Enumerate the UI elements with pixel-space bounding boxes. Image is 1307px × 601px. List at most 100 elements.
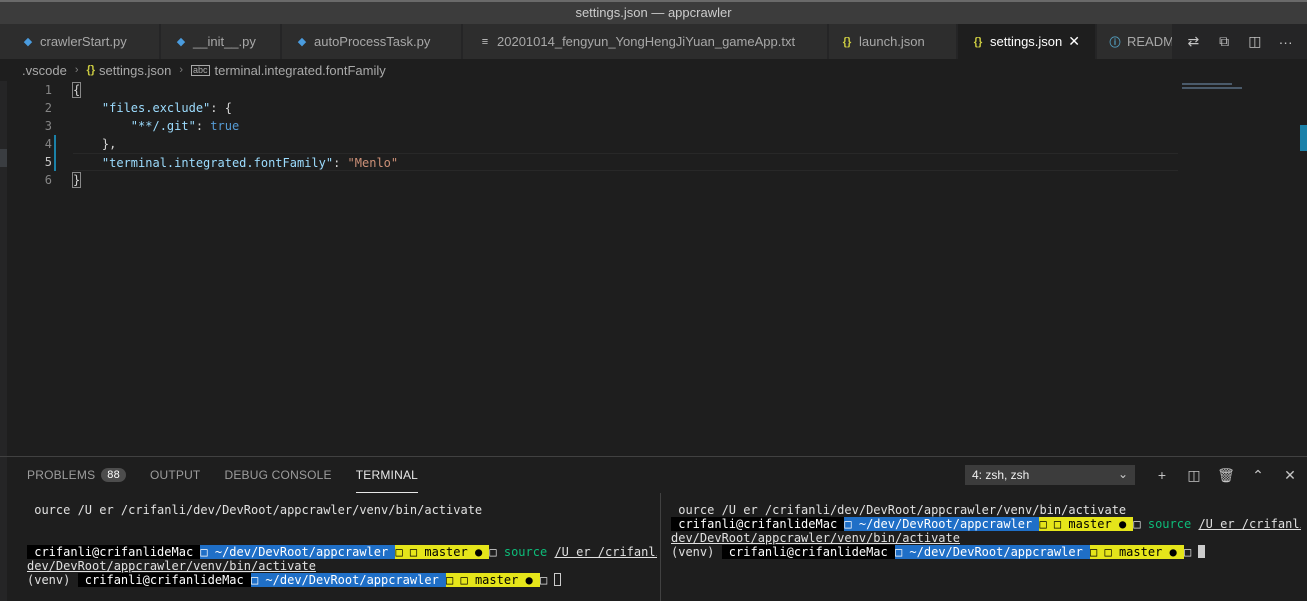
breadcrumb-folder[interactable]: .vscode [22, 63, 67, 78]
json-icon: {} [86, 64, 96, 76]
terminal-left[interactable]: ource /U er /crifanli/dev/DevRoot/appcra… [27, 493, 657, 601]
breadcrumb: .vscode › {} settings.json › abc termina… [0, 59, 1307, 81]
chevron-right-icon: › [74, 64, 79, 76]
panel-actions: + ◫ 🗑 ⌃ ✕ [1146, 463, 1306, 487]
editor-tab-bar: ◆ crawlerStart.py ◆ __init__.py ◆ autoPr… [0, 24, 1307, 59]
prompt-git: □ □ master ● [1039, 517, 1134, 531]
scrollbar-marker[interactable] [1300, 125, 1307, 151]
json-boolean: true [210, 119, 240, 133]
terminal-prompt-line: (venv) crifanli@crifanlideMac □ ~/dev/De… [671, 545, 1301, 559]
line-number: 2 [44, 101, 52, 115]
tab-autoprocesstask[interactable]: ◆ autoProcessTask.py [282, 24, 462, 59]
tab-terminal[interactable]: TERMINAL [355, 457, 419, 493]
terminal-right[interactable]: ource /U er /crifanli/dev/DevRoot/appcra… [671, 493, 1301, 601]
line-number: 4 [44, 137, 52, 151]
prompt-dir: □ ~/dev/DevRoot/appcrawler [894, 545, 1091, 559]
prompt-user: crifanli@crifanlideMac [27, 545, 201, 559]
venv-label: (venv) [27, 573, 78, 587]
tab-label: PROBLEMS [27, 468, 96, 482]
prompt-user: crifanli@crifanlideMac [77, 573, 251, 587]
maximize-panel-icon[interactable]: ⌃ [1242, 467, 1274, 484]
tab-label: crawlerStart.py [40, 34, 127, 49]
tab-label: __init__.py [193, 34, 256, 49]
split-editor-icon[interactable]: ◫ [1245, 33, 1265, 50]
split-terminal-icon[interactable]: ◫ [1178, 467, 1210, 484]
terminal-line: dev/DevRoot/appcrawler/venv/bin/activate [671, 531, 1301, 545]
tab-debug-console[interactable]: DEBUG CONSOLE [224, 457, 331, 493]
editor-actions: ⇄ ⧉ ◫ ··· [1172, 24, 1307, 59]
code-editor[interactable]: 1 2 3 4 5 6 { "files.exclude": { "**/.gi… [0, 81, 1307, 456]
terminal-arg: /U er /crifanli/ [554, 545, 657, 559]
json-string: "Menlo" [347, 156, 399, 170]
info-icon: ⓘ [1109, 36, 1121, 49]
breadcrumb-setting[interactable]: terminal.integrated.fontFamily [215, 63, 386, 78]
activity-edge [0, 81, 7, 456]
tab-crawlerstart[interactable]: ◆ crawlerStart.py [0, 24, 160, 59]
prompt-git: □ □ master ● [395, 545, 490, 559]
prompt-dir: □ ~/dev/DevRoot/appcrawler [250, 573, 447, 587]
tab-gameapp-txt[interactable]: ≡ 20201014_fengyun_YongHengJiYuan_gameAp… [463, 24, 828, 59]
bottom-panel: PROBLEMS 88 OUTPUT DEBUG CONSOLE TERMINA… [0, 456, 1307, 601]
breadcrumb-file[interactable]: settings.json [99, 63, 171, 78]
tab-init[interactable]: ◆ __init__.py [161, 24, 281, 59]
code-line-3: "**/.git": true [73, 117, 1178, 135]
prompt-user: crifanli@crifanlideMac [671, 517, 845, 531]
brace-close: } [71, 172, 82, 188]
terminal-prompt-line: crifanli@crifanlideMac □ ~/dev/DevRoot/a… [27, 545, 657, 559]
python-icon: ◆ [297, 36, 307, 48]
prompt-dir: □ ~/dev/DevRoot/appcrawler [200, 545, 396, 559]
prompt-tail: □ [1133, 517, 1148, 531]
line-number: 3 [44, 119, 52, 133]
chevron-right-icon: › [179, 64, 183, 76]
minimap[interactable] [1180, 81, 1290, 456]
terminal-divider[interactable] [660, 493, 661, 601]
tab-output[interactable]: OUTPUT [150, 457, 201, 493]
title-bar: settings.json — appcrawler [0, 0, 1307, 24]
json-punct: : { [210, 101, 232, 115]
compare-icon[interactable]: ⇄ [1183, 33, 1203, 50]
json-key: "terminal.integrated.fontFamily" [101, 156, 334, 170]
terminal-prompt-line: crifanli@crifanlideMac □ ~/dev/DevRoot/a… [671, 517, 1301, 531]
problems-count-badge: 88 [101, 468, 126, 482]
close-panel-icon[interactable]: ✕ [1274, 467, 1306, 484]
venv-label: (venv) [671, 545, 722, 559]
modified-line-indicator [54, 135, 56, 171]
brace-open: { [71, 82, 82, 98]
code-content[interactable]: { "files.exclude": { "**/.git": true }, … [71, 81, 1178, 189]
json-icon: {} [973, 35, 983, 48]
line-number: 1 [44, 83, 52, 97]
close-icon[interactable]: ✕ [1068, 33, 1080, 50]
prompt-tail: □ [539, 573, 555, 587]
tab-label: READM [1127, 34, 1174, 49]
tab-label: launch.json [859, 34, 925, 49]
python-icon: ◆ [176, 36, 186, 48]
prompt-tail: □ [489, 545, 504, 559]
terminal-prompt-line: (venv) crifanli@crifanlideMac □ ~/dev/De… [27, 573, 657, 587]
prompt-user: crifanli@crifanlideMac [721, 545, 895, 559]
panel-tabs: PROBLEMS 88 OUTPUT DEBUG CONSOLE TERMINA… [27, 457, 442, 493]
new-terminal-icon[interactable]: + [1146, 467, 1178, 483]
line-number: 6 [44, 173, 52, 187]
chevron-down-icon: ⌄ [1117, 467, 1128, 481]
terminal-line: ource /U er /crifanli/dev/DevRoot/appcra… [27, 503, 483, 517]
tab-readme[interactable]: ⓘ READM [1097, 24, 1177, 59]
line-number-current: 5 [44, 155, 52, 169]
more-actions-icon[interactable]: ··· [1276, 34, 1296, 50]
prompt-git: □ □ master ● [1090, 545, 1184, 559]
kill-terminal-icon[interactable]: 🗑 [1210, 467, 1242, 484]
terminal-select[interactable]: 4: zsh, zsh ⌄ [965, 465, 1135, 485]
prompt-git: □ □ master ● [446, 573, 540, 587]
tab-problems[interactable]: PROBLEMS 88 [27, 457, 126, 493]
tab-settings-json[interactable]: {} settings.json ✕ [958, 24, 1096, 59]
terminal-select-value: 4: zsh, zsh [972, 468, 1030, 482]
code-line-4: }, [73, 135, 1178, 153]
terminal-arg: /U er /crifanli/ [1198, 517, 1301, 531]
python-icon: ◆ [23, 36, 33, 48]
tab-label: 20201014_fengyun_YongHengJiYuan_gameApp.… [497, 34, 796, 49]
json-key: "**/.git" [130, 119, 196, 133]
line-number-gutter: 1 2 3 4 5 6 [7, 81, 52, 189]
terminal-line: ource /U er /crifanli/dev/DevRoot/appcra… [671, 503, 1127, 517]
tab-launch-json[interactable]: {} launch.json [829, 24, 957, 59]
open-changes-icon[interactable]: ⧉ [1214, 33, 1234, 50]
